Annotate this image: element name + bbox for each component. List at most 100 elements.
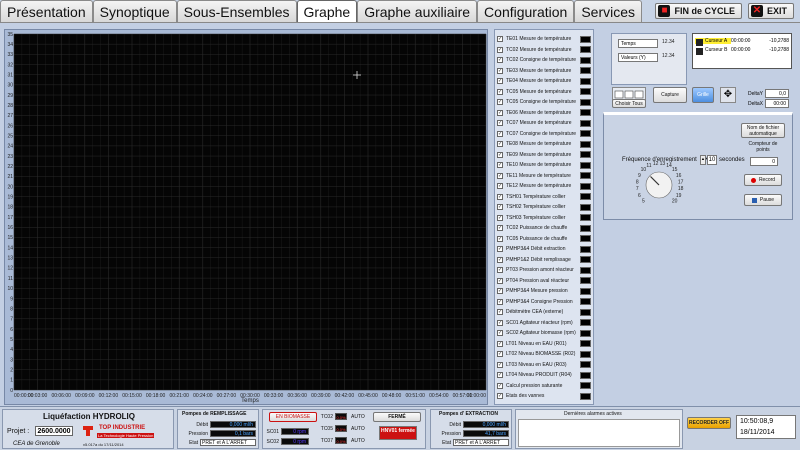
legend-swatch[interactable] (580, 130, 591, 138)
legend-checkbox[interactable]: ✓ (497, 36, 503, 43)
legend-checkbox[interactable]: ✓ (497, 225, 503, 232)
tc-mode[interactable]: AUTO (351, 426, 365, 432)
legend-item[interactable]: ✓ TSH01 Température collier (495, 192, 593, 202)
cursor-table[interactable]: Curseur A 00:00:00 -10,2788 Curseur B 00… (692, 33, 792, 69)
frequency-dial[interactable]: 567891011 12 13 14151617181920 (624, 150, 694, 220)
tab-sous-ensembles[interactable]: Sous-Ensembles (176, 0, 297, 22)
legend-swatch[interactable] (580, 77, 591, 85)
tab-services[interactable]: Services (574, 0, 643, 22)
legend-checkbox[interactable]: ✓ (497, 67, 503, 74)
legend-item[interactable]: ✓ PMHP3&4 Consigne Pression (495, 297, 593, 307)
legend-checkbox[interactable]: ✓ (497, 57, 503, 64)
tab-presentation[interactable]: Présentation (0, 0, 93, 22)
legend-swatch[interactable] (580, 161, 591, 169)
legend-item[interactable]: ✓ PT03 Pression amont réacteur (495, 265, 593, 275)
grid-button[interactable]: Grille (692, 87, 714, 103)
legend-swatch[interactable] (580, 277, 591, 285)
legend-swatch[interactable] (580, 193, 591, 201)
legend-swatch[interactable] (580, 298, 591, 306)
legend-item[interactable]: ✓ SC02 Agitateur biomasse (rpm) (495, 328, 593, 338)
legend-item[interactable]: ✓ TSH02 Température collier (495, 202, 593, 212)
pan-tool-icon[interactable]: ✥ (720, 87, 736, 103)
graph-chart[interactable]: 3534333231302928272625242322212019181716… (5, 30, 489, 406)
legend-item[interactable]: ✓ TC02 Consigne de température (495, 55, 593, 65)
legend-item[interactable]: ✓ PT04 Pression aval réacteur (495, 276, 593, 286)
legend-checkbox[interactable]: ✓ (497, 214, 503, 221)
legend-swatch[interactable] (580, 256, 591, 264)
tc-mode[interactable]: AUTO (351, 414, 365, 420)
legend-swatch[interactable] (580, 67, 591, 75)
legend-swatch[interactable] (580, 308, 591, 316)
legend-item[interactable]: ✓ TE06 Mesure de température (495, 108, 593, 118)
legend-checkbox[interactable]: ✓ (497, 78, 503, 85)
legend-checkbox[interactable]: ✓ (497, 319, 503, 326)
legend-item[interactable]: ✓ TC05 Mesure de température (495, 87, 593, 97)
legend-item[interactable]: ✓ PMHP1&2 Débit remplissage (495, 255, 593, 265)
legend-checkbox[interactable]: ✓ (497, 372, 503, 379)
record-button[interactable]: Record (744, 174, 782, 186)
legend-checkbox[interactable]: ✓ (497, 183, 503, 190)
legend-item[interactable]: ✓ TC07 Consigne de température (495, 129, 593, 139)
legend-swatch[interactable] (580, 329, 591, 337)
legend-checkbox[interactable]: ✓ (497, 162, 503, 169)
legend-swatch[interactable] (580, 392, 591, 400)
legend-item[interactable]: ✓ Débitmètre CEA (externe) (495, 307, 593, 317)
legend-checkbox[interactable]: ✓ (497, 151, 503, 158)
alarms-list[interactable] (518, 419, 680, 447)
legend-checkbox[interactable]: ✓ (497, 298, 503, 305)
legend-item[interactable]: ✓ TE03 Mesure de température (495, 66, 593, 76)
legend-checkbox[interactable]: ✓ (497, 277, 503, 284)
legend-swatch[interactable] (580, 46, 591, 54)
legend-checkbox[interactable]: ✓ (497, 172, 503, 179)
legend-swatch[interactable] (580, 203, 591, 211)
legend-item[interactable]: ✓ SC01 Agitateur réacteur (rpm) (495, 318, 593, 328)
legend-item[interactable]: ✓ TE12 Mesure de température (495, 181, 593, 191)
legend-checkbox[interactable]: ✓ (497, 361, 503, 368)
legend-item[interactable]: ✓ TC05 Puissance de chauffe (495, 234, 593, 244)
legend-checkbox[interactable]: ✓ (497, 309, 503, 316)
legend-checkbox[interactable]: ✓ (497, 246, 503, 253)
legend-swatch[interactable] (580, 119, 591, 127)
legend-checkbox[interactable]: ✓ (497, 330, 503, 337)
legend-item[interactable]: ✓ PMHP3&4 Débit extraction (495, 244, 593, 254)
legend-item[interactable]: ✓ TC02 Mesure de température (495, 45, 593, 55)
auto-filename-button[interactable]: Nom de fichier automatique (741, 123, 785, 138)
legend-checkbox[interactable]: ✓ (497, 267, 503, 274)
legend-checkbox[interactable]: ✓ (497, 46, 503, 53)
legend-item[interactable]: ✓ LT03 Niveau en EAU (R03) (495, 360, 593, 370)
tc-mode[interactable]: AUTO (351, 438, 365, 444)
legend-item[interactable]: ✓ TSH03 Température collier (495, 213, 593, 223)
legend-swatch[interactable] (580, 88, 591, 96)
tab-configuration[interactable]: Configuration (477, 0, 575, 22)
end-cycle-button[interactable]: ■ FIN de CYCLE (655, 3, 742, 19)
exit-button[interactable]: ✕ EXIT (747, 3, 794, 19)
frequency-stepper[interactable]: ▲▼ (700, 155, 709, 165)
legend-item[interactable]: ✓ TC02 Puissance de chauffe (495, 223, 593, 233)
tab-graphe-auxiliaire[interactable]: Graphe auxiliaire (357, 0, 478, 22)
legend-checkbox[interactable]: ✓ (497, 109, 503, 116)
legend-checkbox[interactable]: ✓ (497, 235, 503, 242)
legend-item[interactable]: ✓ LT02 Niveau BIOMASSE (R02) (495, 349, 593, 359)
legend-item[interactable]: ✓ TE08 Mesure de température (495, 139, 593, 149)
legend-item[interactable]: ✓ TE11 Mesure de température (495, 171, 593, 181)
legend-swatch[interactable] (580, 235, 591, 243)
legend-swatch[interactable] (580, 350, 591, 358)
closed-button[interactable]: FERMÉ (373, 412, 421, 422)
legend-swatch[interactable] (580, 340, 591, 348)
legend-item[interactable]: ✓ TE10 Mesure de température (495, 160, 593, 170)
legend-swatch[interactable] (580, 266, 591, 274)
legend-swatch[interactable] (580, 245, 591, 253)
legend-checkbox[interactable]: ✓ (497, 382, 503, 389)
capture-button[interactable]: Capture (653, 87, 687, 103)
legend-checkbox[interactable]: ✓ (497, 351, 503, 358)
legend-item[interactable]: ✓ Calcul pression saturante (495, 381, 593, 391)
legend-swatch[interactable] (580, 182, 591, 190)
legend-item[interactable]: ✓ TE09 Mesure de température (495, 150, 593, 160)
legend-swatch[interactable] (580, 98, 591, 106)
frequency-input[interactable]: 10 (707, 155, 717, 165)
recorder-off-button[interactable]: RECORDER OFF (687, 417, 731, 429)
legend-item[interactable]: ✓ TC07 Mesure de température (495, 118, 593, 128)
legend-checkbox[interactable]: ✓ (497, 393, 503, 400)
legend-checkbox[interactable]: ✓ (497, 120, 503, 127)
legend-item[interactable]: ✓ LT04 Niveau PRODUIT (R04) (495, 370, 593, 380)
